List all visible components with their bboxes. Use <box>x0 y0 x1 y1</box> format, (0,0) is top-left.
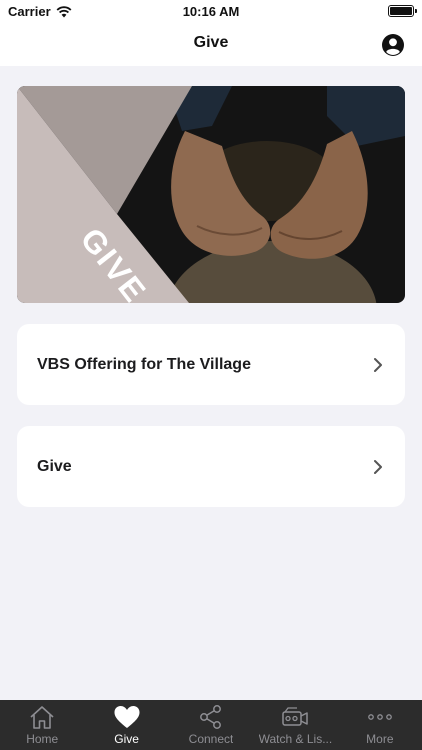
tab-bar: Home Give Connect Watch & Lis... More <box>0 700 422 750</box>
tab-give[interactable]: Give <box>84 700 168 750</box>
navigation-bar: Give <box>0 22 422 66</box>
chevron-right-icon <box>374 357 382 372</box>
profile-icon[interactable] <box>381 33 405 57</box>
tab-watch-listen[interactable]: Watch & Lis... <box>253 700 337 750</box>
battery-icon <box>388 5 417 17</box>
page-title: Give <box>193 34 229 51</box>
give-banner: GIVE <box>17 86 405 303</box>
heart-icon <box>114 706 140 728</box>
home-icon <box>30 706 54 729</box>
more-icon <box>367 714 392 720</box>
tab-label: Give <box>114 732 139 746</box>
share-icon <box>200 705 221 729</box>
tab-more[interactable]: More <box>338 700 422 750</box>
tab-connect[interactable]: Connect <box>169 700 253 750</box>
giving-item-label: VBS Offering for The Village <box>37 355 251 373</box>
tab-home[interactable]: Home <box>0 700 84 750</box>
status-bar: Carrier 10:16 AM <box>0 0 422 22</box>
tab-label: Watch & Lis... <box>258 732 333 746</box>
tab-label: Connect <box>188 732 234 746</box>
video-camera-icon <box>282 707 309 726</box>
status-time: 10:16 AM <box>182 4 240 19</box>
giving-item-give[interactable]: Give <box>17 426 405 507</box>
tab-label: Home <box>26 732 59 746</box>
tab-label: More <box>366 732 394 746</box>
giving-item-label: Give <box>37 457 72 475</box>
giving-item-vbs-offering[interactable]: VBS Offering for The Village <box>17 324 405 405</box>
chevron-right-icon <box>374 459 382 474</box>
